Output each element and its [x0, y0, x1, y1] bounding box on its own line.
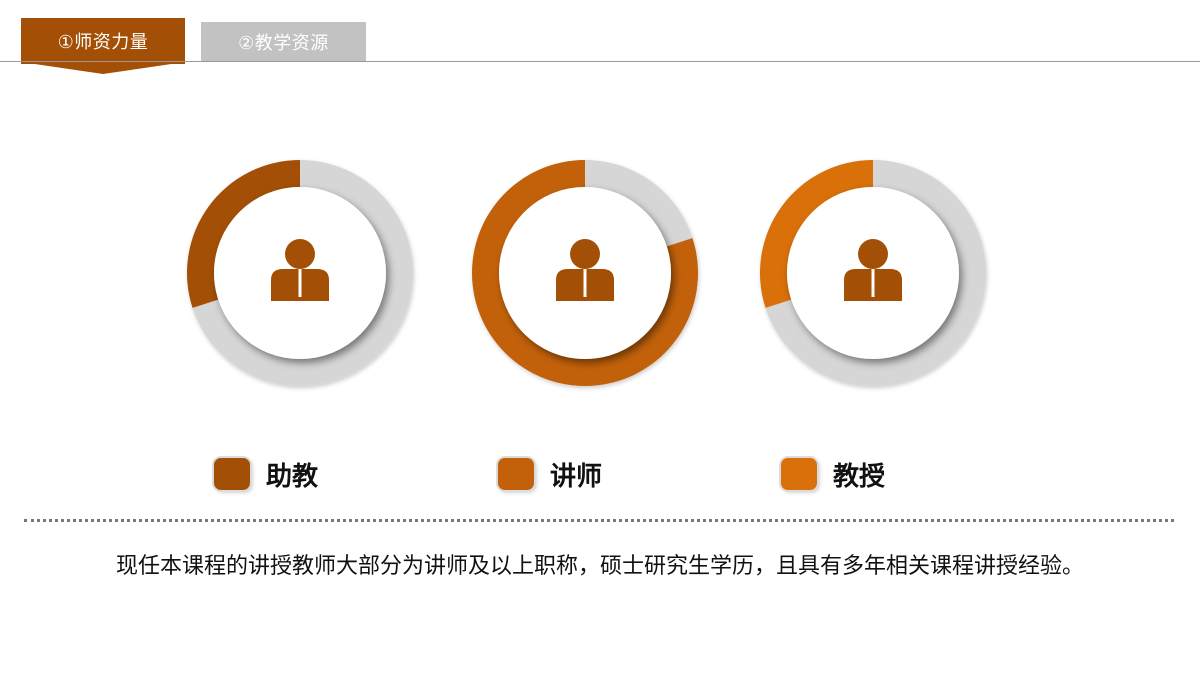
donut-chart: [187, 160, 986, 386]
legend-swatch: [498, 458, 534, 490]
legend-item-professor: 教授: [781, 454, 885, 494]
legend-swatch: [214, 458, 250, 490]
legend-label: 教授: [833, 461, 886, 492]
donut-2: [472, 160, 698, 386]
legend-label: 助教: [266, 461, 319, 492]
donut-3: [760, 160, 986, 386]
legend-item-assistant: 助教: [214, 454, 318, 494]
dotted-divider: [24, 519, 1174, 522]
summary-text: 现任本课程的讲授教师大部分为讲师及以上职称，硕士研究生学历，且具有多年相关课程讲…: [115, 554, 1084, 579]
legend-label: 讲师: [550, 461, 603, 492]
legend-swatch: [781, 458, 817, 490]
legend-item-lecturer: 讲师: [498, 454, 602, 494]
donut-1: [187, 160, 413, 386]
